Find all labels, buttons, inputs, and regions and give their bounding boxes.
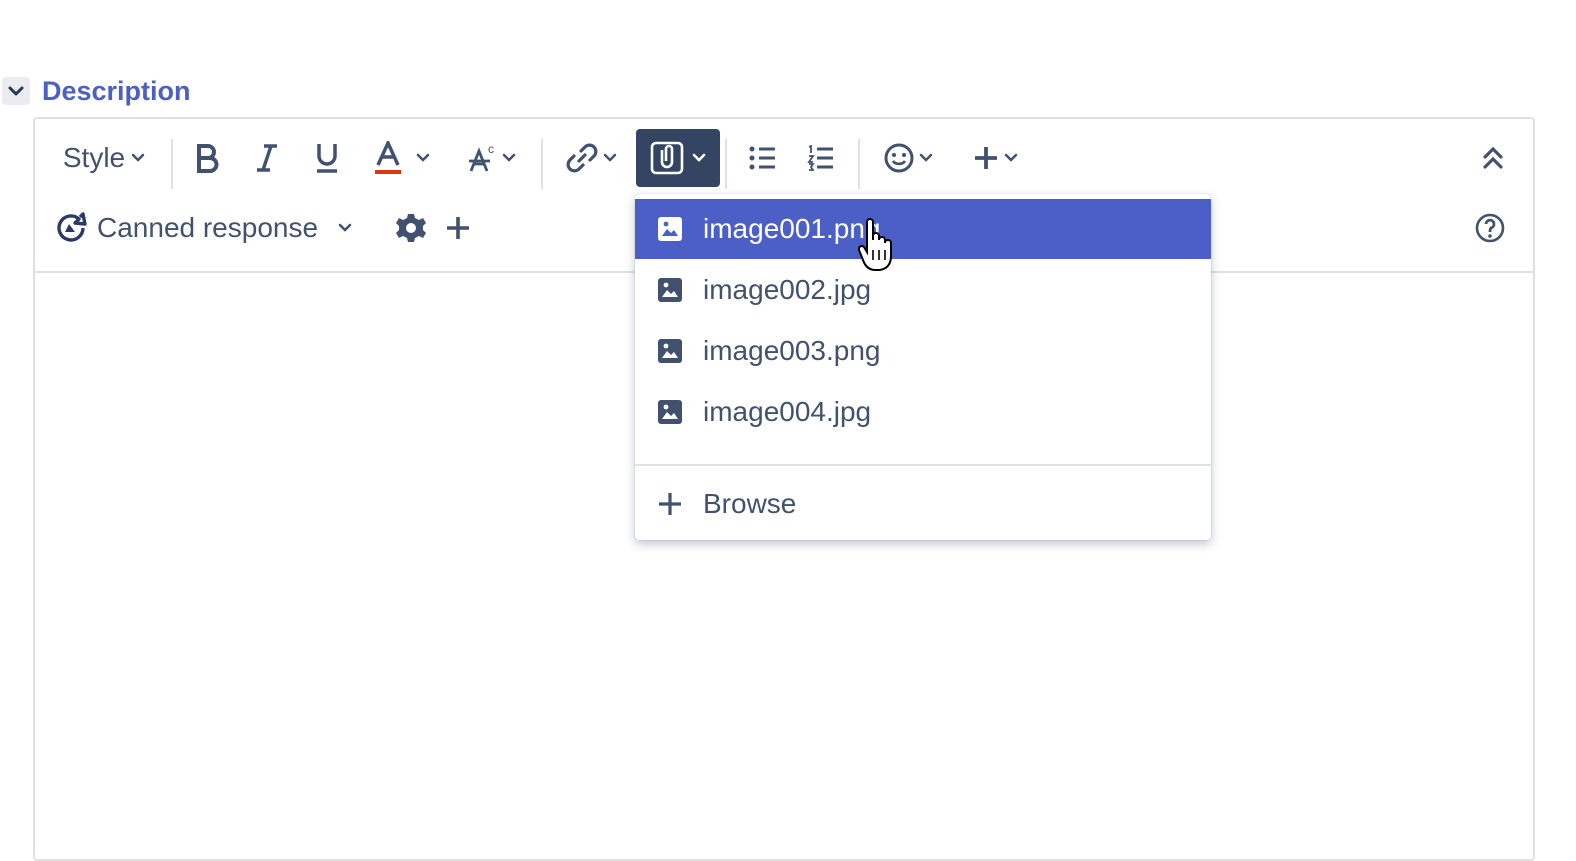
toolbar-separator (541, 139, 543, 189)
chevron-down-icon (416, 153, 430, 162)
plus-icon (659, 493, 681, 515)
chevron-down-icon (502, 153, 516, 162)
chevron-down-icon (338, 223, 352, 232)
emoji-icon (884, 143, 914, 173)
chevron-down-icon (603, 153, 617, 162)
attachment-icon (650, 141, 684, 175)
content-line: under Save as I give it a name with some… (53, 659, 780, 689)
chevron-down-icon (919, 153, 933, 162)
chevron-down-icon[interactable] (2, 77, 30, 105)
chevron-down-icon (131, 153, 145, 162)
dropdown-divider (635, 464, 1211, 466)
content-line: wn in other cases. (1194, 264, 1412, 294)
hand-cursor-icon (858, 218, 892, 271)
content-line: in audio and video tags. It causes visua… (53, 264, 592, 294)
bullet-list-button[interactable] (747, 129, 779, 187)
attachment-button[interactable] (636, 129, 720, 187)
content-line: audio tab: (53, 539, 172, 569)
text-format-icon: c (469, 142, 494, 172)
gear-icon (396, 214, 426, 242)
bullet-list-icon (749, 146, 775, 170)
italic-button[interactable] (247, 129, 287, 187)
description-section-header[interactable]: Description (2, 73, 191, 109)
underline-button[interactable] (307, 129, 347, 187)
help-button[interactable] (1473, 199, 1507, 257)
dropdown-item[interactable]: image003.png (635, 321, 1211, 381)
content-line: I press “Upload this file” and get back … (53, 738, 835, 768)
image-file-icon (658, 400, 682, 424)
svg-text:c: c (488, 142, 494, 156)
text-color-icon (375, 141, 401, 174)
canned-response-icon (57, 212, 87, 242)
image-file-icon (658, 278, 682, 302)
insert-more-button[interactable] (967, 129, 1023, 187)
bold-icon (197, 144, 219, 173)
dropdown-item-label: image002.jpg (703, 274, 872, 305)
spellcheck-word[interactable]: html-title (303, 340, 405, 370)
help-icon (1475, 213, 1505, 243)
link-button[interactable] (561, 129, 621, 187)
content-line: Audio and Video get html-title with URL-… (53, 340, 590, 370)
dropdown-item-label: image001.png (703, 213, 881, 244)
collapse-icon (1483, 146, 1503, 169)
content-line: Now I add a new audio by pressing the bu… (53, 499, 586, 529)
section-title: Description (42, 75, 191, 106)
bold-button[interactable] (187, 129, 227, 187)
editor-toolbar: Style c (35, 129, 1533, 189)
text-color-button[interactable] (365, 129, 437, 187)
content-line: I start with creating an assignment: (53, 420, 471, 450)
style-dropdown-label: Style (62, 142, 126, 173)
collapse-toolbar-button[interactable] (1479, 129, 1507, 187)
text-format-button[interactable]: c (461, 129, 523, 187)
chevron-down-icon (1004, 153, 1018, 162)
dropdown-item-label: image003.png (703, 335, 881, 366)
dropdown-item[interactable]: image001.png (635, 199, 1211, 259)
numbered-list-button[interactable] (805, 129, 837, 187)
toolbar-separator (725, 139, 727, 189)
italic-icon (257, 144, 277, 172)
content-line: I can see that the file name has been cl… (53, 814, 1345, 844)
toolbar-separator (171, 139, 173, 189)
style-dropdown[interactable]: Style (57, 129, 151, 187)
toolbar-separator (858, 139, 860, 189)
numbered-list-icon (807, 145, 833, 171)
content-line: e popup and go to the (1223, 499, 1486, 529)
link-icon (566, 143, 598, 173)
canned-response-dropdown[interactable]: Canned response (53, 199, 365, 257)
image-file-icon (658, 339, 682, 363)
top-field-remnant (468, 0, 548, 4)
browse-button[interactable]: Browse (635, 474, 1211, 534)
dropdown-item[interactable]: image004.jpg (635, 382, 1211, 442)
underline-icon (317, 144, 337, 173)
plus-icon (975, 147, 997, 169)
canned-response-label: Canned response (97, 212, 319, 243)
attachment-dropdown: image001.png image002.jpg image003.png i… (635, 194, 1211, 540)
emoji-button[interactable] (877, 129, 939, 187)
dropdown-item-label: image004.jpg (703, 396, 872, 427)
add-canned-response-button[interactable] (443, 199, 473, 257)
content-line: I press “Browse repositories...” and in … (53, 619, 1365, 649)
chevron-down-icon (692, 153, 706, 162)
dropdown-item[interactable]: image002.jpg (635, 260, 1211, 320)
canned-response-settings-button[interactable] (393, 199, 429, 257)
image-file-icon (658, 217, 682, 241)
browse-label: Browse (703, 488, 797, 519)
plus-icon (447, 217, 469, 239)
